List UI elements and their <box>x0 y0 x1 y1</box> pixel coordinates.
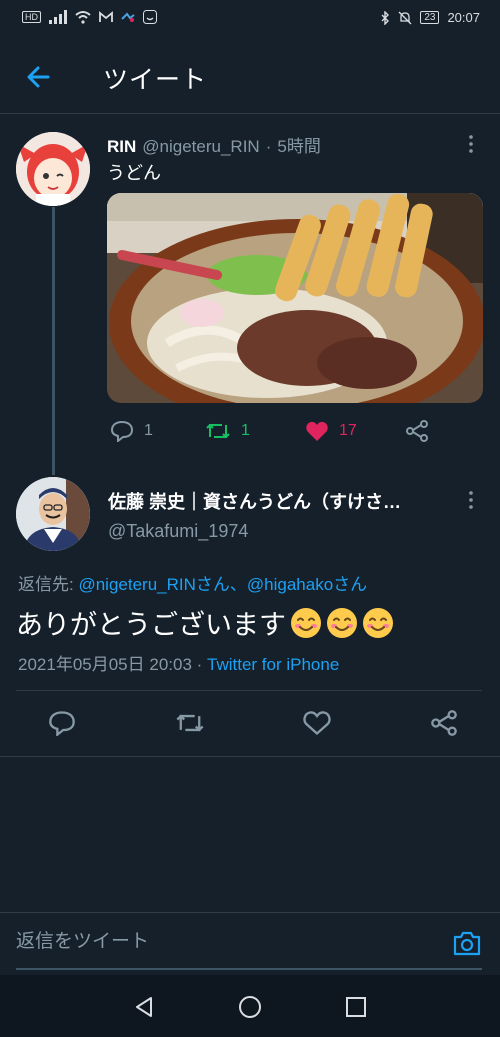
mute-bell-icon <box>398 11 412 24</box>
retweet-button[interactable] <box>175 710 205 736</box>
back-arrow-icon <box>27 66 50 88</box>
rin-avatar-image <box>16 132 90 206</box>
share-button[interactable] <box>430 710 458 736</box>
tweet-text: うどん <box>107 163 161 183</box>
share-button[interactable] <box>405 420 429 442</box>
separator-dot: · <box>191 655 208 674</box>
reply-count: 1 <box>144 422 153 439</box>
hd-badge: HD <box>22 11 41 23</box>
author-handle[interactable]: @nigeteru_RIN <box>142 137 259 157</box>
smiling-face-emoji-icon <box>363 607 393 638</box>
tweet-image[interactable] <box>107 193 483 403</box>
app-notification-icon <box>121 12 135 22</box>
camera-button[interactable] <box>452 929 482 957</box>
more-vertical-icon <box>469 491 473 509</box>
face-app-icon <box>143 10 157 24</box>
nav-recents-button[interactable] <box>344 995 368 1019</box>
author-name[interactable]: 佐藤 崇史｜資さんうどん（すけさ… <box>108 488 448 514</box>
share-icon <box>406 420 428 442</box>
author-name[interactable]: RIN <box>107 137 136 157</box>
reply-button[interactable]: 1 <box>110 420 205 442</box>
heart-outline-icon <box>303 711 331 736</box>
retweet-icon <box>176 714 204 732</box>
focused-tweet-actions <box>48 710 458 736</box>
reply-input[interactable] <box>16 927 436 957</box>
divider <box>16 690 482 691</box>
more-vertical-icon <box>469 135 473 153</box>
like-button[interactable]: 17 <box>305 420 405 442</box>
circle-home-icon <box>239 996 261 1018</box>
reply-to-user-link[interactable]: @nigeteru_RINさん <box>78 575 229 594</box>
like-count: 17 <box>339 422 357 439</box>
tweet-date: 2021年05月05日 20:03 <box>18 655 192 674</box>
more-options-button[interactable] <box>462 490 480 514</box>
like-button[interactable] <box>303 710 331 736</box>
system-nav-bar <box>0 975 500 1037</box>
tweet-source-link[interactable]: Twitter for iPhone <box>207 655 339 674</box>
camera-icon <box>453 931 481 956</box>
reply-icon <box>49 711 75 736</box>
avatar[interactable] <box>16 132 90 206</box>
heart-filled-icon <box>306 421 328 441</box>
author-handle[interactable]: @Takafumi_1974 <box>108 521 248 542</box>
retweet-count: 1 <box>241 422 250 439</box>
reply-icon <box>110 420 134 442</box>
share-icon <box>431 710 457 736</box>
tweet-meta: 2021年05月05日 20:03 · Twitter for iPhone <box>18 650 339 675</box>
nav-back-button[interactable] <box>132 995 156 1019</box>
page-title: ツイート <box>103 66 208 94</box>
tweet-text-body: ありがとうございます <box>16 610 286 640</box>
status-time: 20:07 <box>447 10 480 25</box>
retweet-icon <box>206 423 230 439</box>
battery-indicator: 23 <box>420 11 440 24</box>
signal-icon <box>49 10 67 24</box>
compose-underline <box>16 968 482 970</box>
nav-home-button[interactable] <box>238 995 262 1019</box>
back-button[interactable] <box>22 60 56 94</box>
reply-prefix: 返信先: <box>18 575 79 594</box>
avatar[interactable] <box>16 477 90 551</box>
reply-separator: 、 <box>229 575 247 594</box>
udon-photo <box>107 193 483 403</box>
smiling-face-emoji-icon <box>327 607 357 638</box>
tweet-text: ありがとうございます <box>16 603 394 642</box>
tweet-actions: 1 1 17 <box>110 420 429 442</box>
triangle-back-icon <box>136 997 152 1017</box>
smiling-face-emoji-icon <box>291 607 321 638</box>
top-bar: ツイート <box>0 36 500 114</box>
tweet-time: 5時間 <box>277 137 321 156</box>
reply-compose-bar <box>0 912 500 970</box>
square-recents-icon <box>346 997 366 1017</box>
reply-button[interactable] <box>48 710 76 736</box>
status-bar: HD 23 20:07 <box>0 0 500 36</box>
takafumi-avatar-image <box>16 477 90 551</box>
retweet-button[interactable]: 1 <box>205 420 305 442</box>
divider <box>0 756 500 757</box>
reply-to-user-link[interactable]: @higahakoさん <box>247 575 367 594</box>
thread-line <box>52 207 55 475</box>
separator-dot: · <box>265 137 272 156</box>
replying-to: 返信先: @nigeteru_RINさん、@higahakoさん <box>18 570 367 595</box>
bluetooth-icon <box>381 10 390 25</box>
more-options-button[interactable] <box>462 134 480 158</box>
tweet-header: RIN @nigeteru_RIN · 5時間 <box>107 132 321 157</box>
mail-icon <box>99 11 113 22</box>
wifi-icon <box>75 11 91 24</box>
